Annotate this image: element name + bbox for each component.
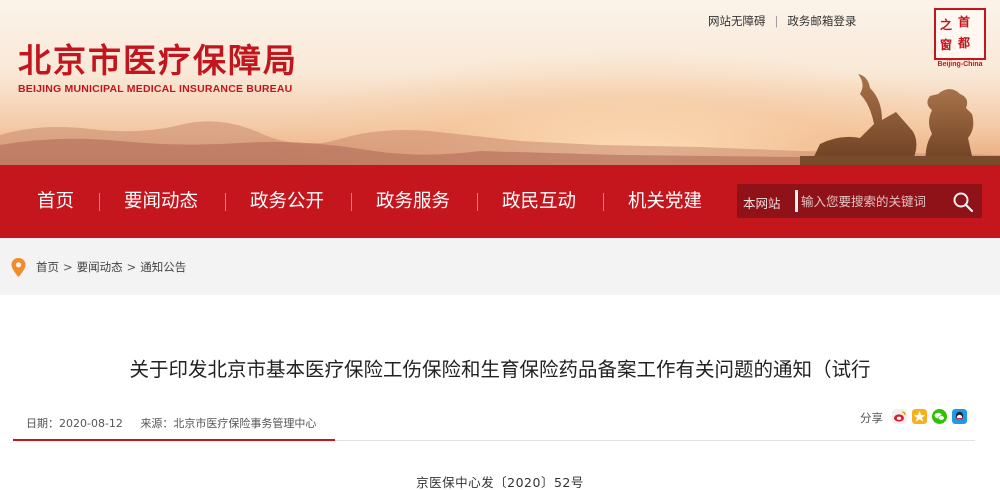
nav-item-services[interactable]: 政务服务 (376, 165, 450, 238)
breadcrumb-separator: > (63, 260, 73, 274)
seal-char: 都 (958, 36, 971, 50)
nav-item-party-building[interactable]: 机关党建 (628, 165, 702, 238)
nav-divider (603, 193, 604, 211)
qq-share-icon[interactable] (952, 409, 967, 424)
nav-divider (99, 193, 100, 211)
breadcrumb-notices[interactable]: 通知公告 (140, 260, 186, 274)
capital-window-seal[interactable]: 首 都 之 窗 Beijing-China (934, 8, 986, 72)
article-title: 关于印发北京市基本医疗保险工伤保险和生育保险药品备案工作有关问题的通知（试行 (129, 358, 871, 381)
search-input[interactable] (801, 189, 941, 213)
nav-divider (225, 193, 226, 211)
breadcrumb-bar: 首页 > 要闻动态 > 通知公告 (0, 238, 1000, 295)
search-scope-label[interactable]: 本网站 (743, 193, 781, 212)
gov-mail-login-link[interactable]: 政务邮箱登录 (787, 14, 856, 28)
bronze-statue-image (800, 74, 1000, 165)
seal-char: 之 (940, 18, 953, 32)
site-search: 本网站 (737, 184, 982, 218)
nav-item-government-affairs[interactable]: 政务公开 (250, 165, 324, 238)
search-icon[interactable] (951, 190, 975, 214)
text-cursor (795, 190, 798, 212)
seal-char: 首 (958, 15, 971, 29)
article-meta: 日期：2020-08-12 来源：北京市医疗保险事务管理中心 (26, 415, 330, 431)
breadcrumb: 首页 > 要闻动态 > 通知公告 (36, 259, 186, 275)
site-subtitle: BEIJING MUNICIPAL MEDICAL INSURANCE BURE… (18, 83, 293, 95)
seal-caption: Beijing-China (937, 61, 983, 68)
nav-item-home[interactable]: 首页 (37, 165, 74, 238)
nav-item-interaction[interactable]: 政民互动 (502, 165, 576, 238)
top-links: 网站无障碍 | 政务邮箱登录 (708, 13, 856, 29)
location-pin-icon (11, 258, 26, 277)
header-banner: 北京市医疗保障局 BEIJING MUNICIPAL MEDICAL INSUR… (0, 0, 1000, 165)
meta-accent-line (13, 439, 335, 441)
document-number: 京医保中心发〔2020〕52号 (416, 475, 584, 490)
qzone-share-icon[interactable] (912, 409, 927, 424)
nav-item-news[interactable]: 要闻动态 (124, 165, 198, 238)
breadcrumb-home[interactable]: 首页 (36, 260, 59, 274)
accessibility-link[interactable]: 网站无障碍 (708, 14, 766, 28)
site-title[interactable]: 北京市医疗保障局 (18, 34, 298, 82)
nav-divider (351, 193, 352, 211)
wechat-share-icon[interactable] (932, 409, 947, 424)
share-label: 分享 (860, 411, 883, 425)
breadcrumb-news[interactable]: 要闻动态 (77, 260, 123, 274)
publish-date: 日期：2020-08-12 (26, 417, 123, 430)
breadcrumb-separator: > (126, 260, 137, 274)
nav-divider (477, 193, 478, 211)
article-source: 来源：北京市医疗保险事务管理中心 (140, 417, 317, 430)
seal-char: 窗 (940, 38, 953, 52)
seal-frame: 首 都 之 窗 (934, 8, 986, 60)
top-link-divider: | (774, 14, 779, 28)
weibo-share-icon[interactable] (892, 409, 907, 424)
